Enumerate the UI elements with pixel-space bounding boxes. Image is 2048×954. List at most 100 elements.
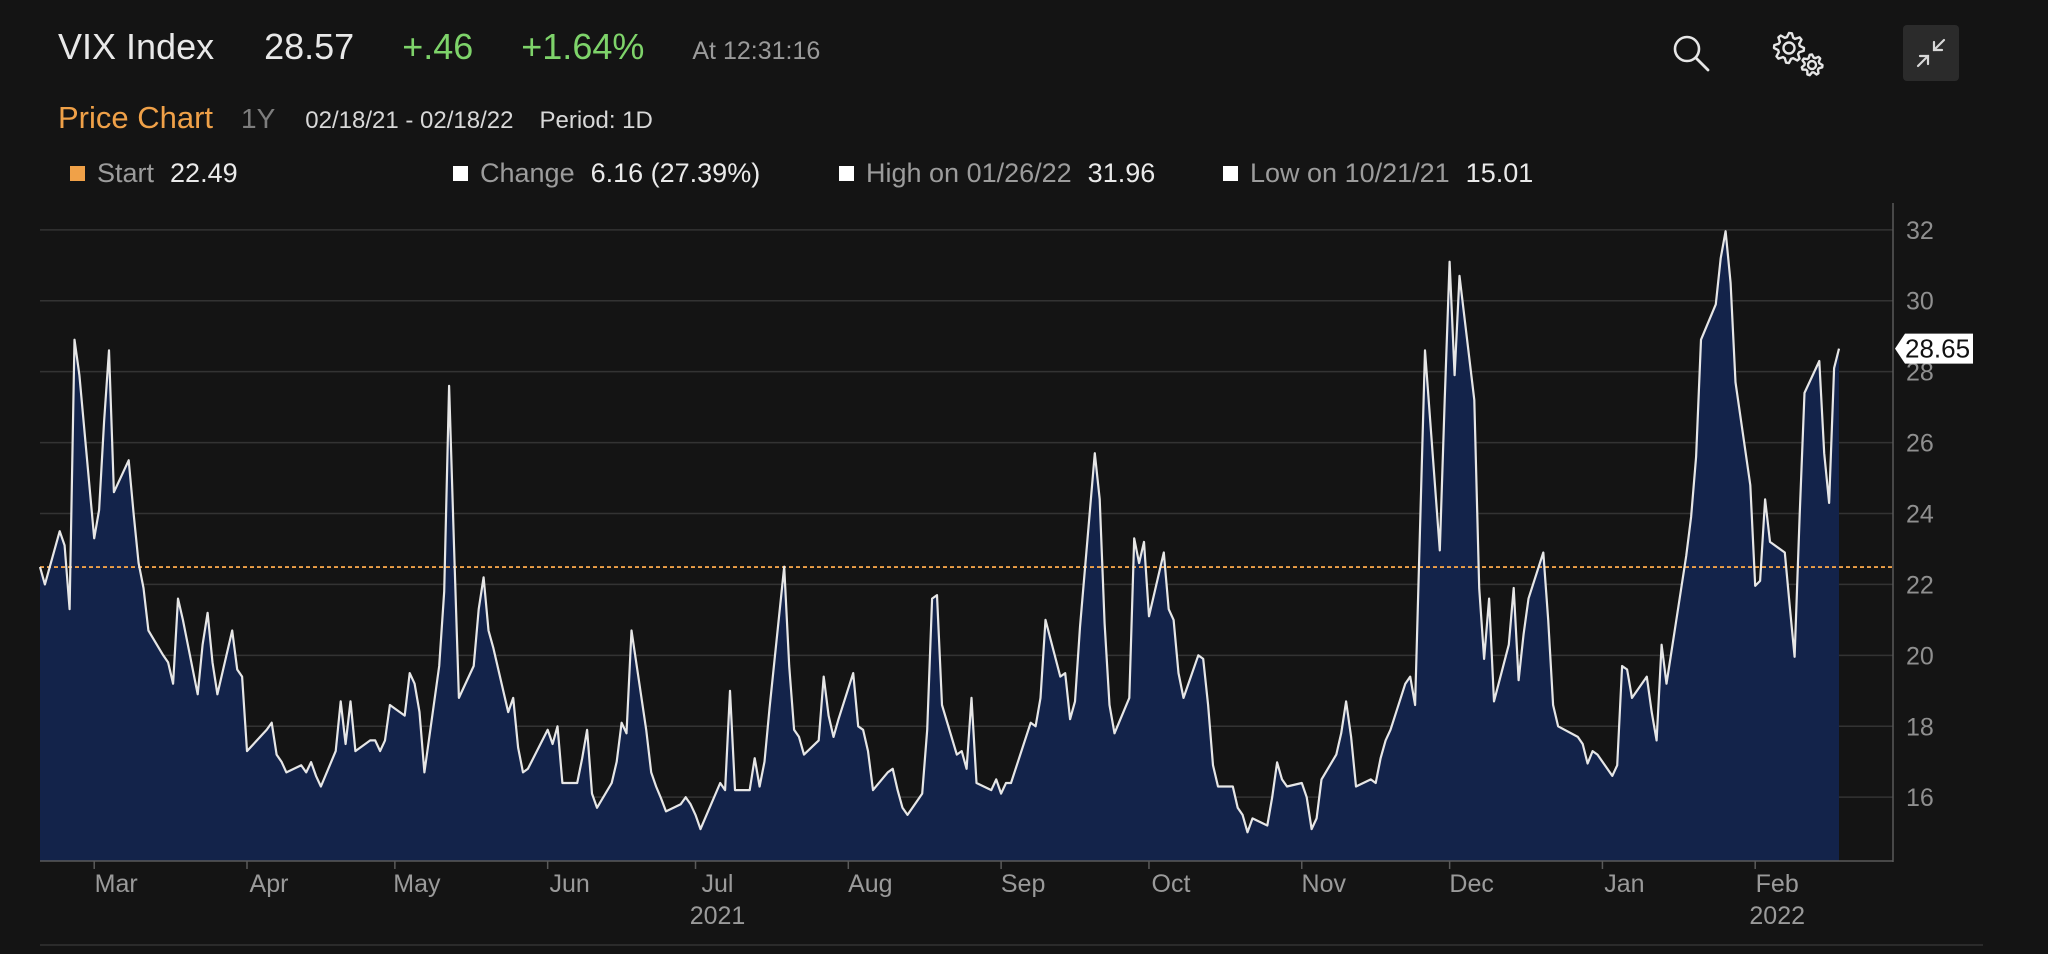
data-point[interactable] [1437,547,1443,553]
data-point[interactable] [446,383,452,389]
data-point[interactable] [816,737,822,743]
data-point[interactable] [1299,780,1305,786]
data-point[interactable] [919,791,925,797]
data-point[interactable] [1008,780,1014,786]
data-point[interactable] [732,787,738,793]
data-point[interactable] [160,652,166,658]
data-point[interactable] [801,752,807,758]
data-point[interactable] [860,727,866,733]
data-point[interactable] [796,734,802,740]
data-point[interactable] [1619,663,1625,669]
data-point[interactable] [1802,390,1808,396]
data-point[interactable] [343,741,349,747]
data-point[interactable] [348,698,354,704]
data-point[interactable] [1688,514,1694,520]
data-point[interactable] [1590,748,1596,754]
data-point[interactable] [279,759,285,765]
data-point[interactable] [594,805,600,811]
data-point[interactable] [663,808,669,814]
data-point[interactable] [1215,784,1221,790]
data-point[interactable] [1107,702,1113,708]
data-point[interactable] [1230,784,1236,790]
data-point[interactable] [722,787,728,793]
data-point[interactable] [1516,677,1522,683]
data-point[interactable] [1762,496,1768,502]
data-point[interactable] [1422,347,1428,353]
data-point[interactable] [1471,397,1477,403]
data-point[interactable] [855,723,861,729]
data-point[interactable] [1649,709,1655,715]
data-point[interactable] [890,766,896,772]
data-point[interactable] [964,766,970,772]
data-point[interactable] [1378,755,1384,761]
data-point[interactable] [234,667,240,673]
data-point[interactable] [1821,450,1827,456]
data-point[interactable] [1383,737,1389,743]
data-point[interactable] [165,659,171,665]
data-point[interactable] [1314,815,1320,821]
data-point[interactable] [1250,815,1256,821]
data-point[interactable] [1585,761,1591,767]
data-point[interactable] [318,784,324,790]
data-point[interactable] [1511,585,1517,591]
data-point[interactable] [559,780,565,786]
data-point[interactable] [1343,698,1349,704]
data-point[interactable] [333,748,339,754]
data-point[interactable] [998,791,1004,797]
data-point[interactable] [1609,773,1615,779]
data-point[interactable] [988,787,994,793]
data-point[interactable] [1161,550,1167,556]
data-point[interactable] [609,780,615,786]
data-point[interactable] [1338,730,1344,736]
data-point[interactable] [752,755,758,761]
data-point[interactable] [1816,358,1822,364]
data-point[interactable] [1210,762,1216,768]
data-point[interactable] [175,596,181,602]
data-point[interactable] [72,337,78,343]
data-point[interactable] [717,780,723,786]
data-point[interactable] [1481,656,1487,662]
data-point[interactable] [239,674,245,680]
data-point[interactable] [1146,613,1152,619]
data-point[interactable] [471,663,477,669]
data-point[interactable] [1141,539,1147,545]
data-point[interactable] [1550,702,1556,708]
data-point[interactable] [1526,596,1532,602]
data-point[interactable] [1195,652,1201,658]
data-point[interactable] [1614,762,1620,768]
data-point[interactable] [101,418,107,424]
data-point[interactable] [545,727,551,733]
data-point[interactable] [648,769,654,775]
data-point[interactable] [1506,642,1512,648]
data-point[interactable] [195,691,201,697]
data-point[interactable] [1782,550,1788,556]
data-point[interactable] [338,698,344,704]
data-point[interactable] [693,812,699,818]
data-point[interactable] [382,737,388,743]
data-point[interactable] [895,787,901,793]
data-point[interactable] [1486,596,1492,602]
data-point[interactable] [579,755,585,761]
data-point[interactable] [229,628,235,634]
data-point[interactable] [1043,617,1049,623]
data-point[interactable] [1062,670,1068,676]
data-point[interactable] [1659,642,1665,648]
data-point[interactable] [850,670,856,676]
data-point[interactable] [476,606,482,612]
data-point[interactable] [436,663,442,669]
data-point[interactable] [1654,737,1660,743]
data-point[interactable] [1664,681,1670,687]
data-point[interactable] [688,801,694,807]
data-point[interactable] [1412,702,1418,708]
data-point[interactable] [1176,670,1182,676]
data-point[interactable] [1388,727,1394,733]
data-point[interactable] [870,787,876,793]
data-point[interactable] [1200,656,1206,662]
data-point[interactable] [939,702,945,708]
data-point[interactable] [1333,752,1339,758]
data-point[interactable] [106,347,112,353]
data-point[interactable] [1792,654,1798,660]
data-point[interactable] [831,734,837,740]
data-point[interactable] [1624,667,1630,673]
data-point[interactable] [37,564,43,570]
